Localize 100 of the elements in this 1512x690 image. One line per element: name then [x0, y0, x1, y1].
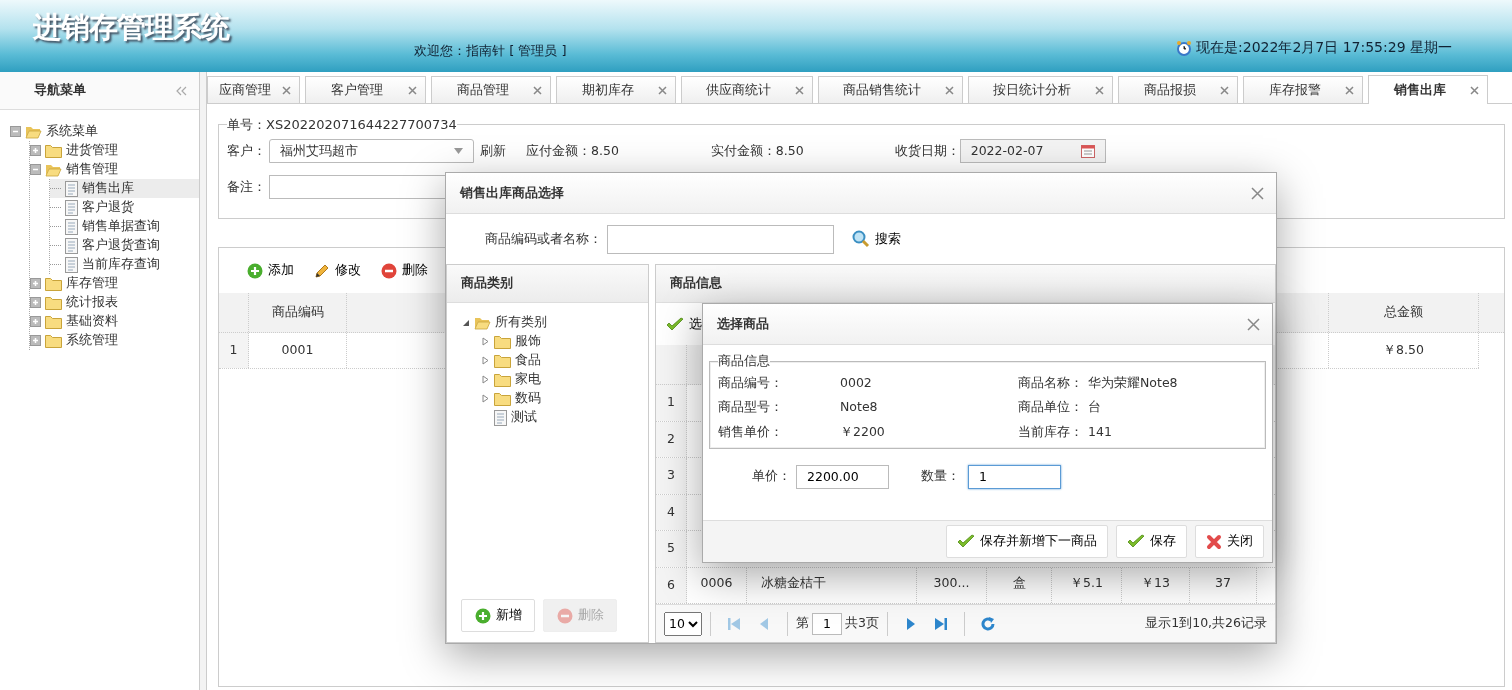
refresh-link[interactable]: 刷新: [480, 141, 506, 161]
date-field[interactable]: 2022-02-07: [959, 139, 1106, 163]
tab[interactable]: 库存报警: [1243, 76, 1363, 103]
close-icon[interactable]: [408, 85, 417, 95]
tab[interactable]: 按日统计分析: [968, 76, 1113, 103]
field-label: 当前库存：: [1018, 423, 1084, 441]
collapse-icon[interactable]: [10, 126, 21, 137]
close-icon[interactable]: [795, 85, 804, 95]
expand-arrow-icon[interactable]: [481, 337, 490, 346]
price-field[interactable]: 2200.00: [796, 464, 889, 489]
close-icon[interactable]: [945, 85, 954, 95]
tree-item[interactable]: 统计报表: [30, 293, 199, 312]
close-icon[interactable]: [533, 85, 542, 95]
tree-item[interactable]: 客户退货: [50, 198, 199, 217]
collapse-icon[interactable]: [30, 164, 41, 175]
plus-circle-icon: [474, 607, 491, 624]
field-value: 141: [1088, 423, 1113, 441]
field-value: Note8: [840, 398, 879, 417]
field-label: 商品单位：: [1018, 398, 1084, 417]
refresh-icon[interactable]: [980, 615, 995, 632]
quantity-field[interactable]: 1: [968, 464, 1061, 489]
app-title: 进销存管理系统: [33, 9, 229, 46]
tree-item[interactable]: 食品: [481, 351, 648, 370]
tab[interactable]: 商品报损: [1118, 76, 1238, 103]
last-page-icon[interactable]: [933, 615, 948, 632]
page-size-select[interactable]: 10: [664, 611, 702, 636]
row-number: 5: [656, 531, 687, 567]
tree-item[interactable]: 测试: [481, 408, 648, 427]
close-icon[interactable]: [1345, 85, 1354, 95]
dialog-button[interactable]: 保存并新增下一商品: [946, 525, 1108, 558]
toolbar-button[interactable]: 修改: [304, 261, 371, 280]
page-number-field[interactable]: 1: [812, 612, 842, 635]
search-field[interactable]: [607, 224, 834, 254]
tab[interactable]: 商品销售统计: [818, 76, 963, 103]
check-icon: [1127, 534, 1145, 549]
order-number: 单号：XS202202071644227700734: [227, 118, 457, 131]
close-icon[interactable]: [282, 85, 291, 95]
folder-icon: [494, 372, 511, 387]
tree-item[interactable]: 系统管理: [30, 331, 199, 350]
search-button[interactable]: 搜索: [842, 229, 911, 249]
tree-item[interactable]: 当前库存查询: [50, 255, 199, 274]
expand-icon[interactable]: [30, 278, 41, 289]
column-header: 商品编码: [249, 293, 347, 332]
collapse-arrow-icon[interactable]: [461, 318, 470, 327]
customer-combobox[interactable]: 福州艾玛超市: [269, 139, 474, 163]
welcome-text: 欢迎您：指南针 [ 管理员 ]: [414, 41, 567, 60]
tree-item[interactable]: 销售出库: [50, 179, 199, 198]
table-cell: 0001: [249, 333, 347, 368]
tree-item[interactable]: 进货管理: [30, 141, 199, 160]
tree-item[interactable]: 所有类别: [461, 313, 648, 332]
search-icon[interactable]: [852, 230, 870, 248]
tree-item[interactable]: 家电: [481, 370, 648, 389]
select-button[interactable]: 选: [662, 314, 706, 334]
tree-item[interactable]: 销售单据查询: [50, 217, 199, 236]
tree-item[interactable]: 客户退货查询: [50, 236, 199, 255]
pane-button[interactable]: 新增: [461, 599, 535, 632]
expand-arrow-icon[interactable]: [481, 394, 490, 403]
row-number: 6: [656, 567, 687, 603]
folder-icon: [45, 314, 62, 329]
expand-icon[interactable]: [30, 316, 41, 327]
tab[interactable]: 应商管理: [207, 76, 300, 103]
close-icon[interactable]: [658, 85, 667, 95]
expand-icon[interactable]: [30, 297, 41, 308]
row-number: 4: [656, 494, 687, 530]
pencil-icon: [314, 262, 330, 279]
tab[interactable]: 供应商统计: [681, 76, 813, 103]
expand-arrow-icon[interactable]: [481, 375, 490, 384]
close-icon[interactable]: [1251, 186, 1264, 200]
tree-item[interactable]: 销售管理: [30, 160, 199, 179]
tab[interactable]: 客户管理: [305, 76, 426, 103]
tab[interactable]: 商品管理: [431, 76, 551, 103]
calendar-icon[interactable]: [1080, 144, 1095, 158]
tree-item[interactable]: 系统菜单: [10, 122, 199, 141]
dialog-title: 销售出库商品选择: [460, 183, 564, 202]
toolbar-button[interactable]: 添加: [237, 261, 304, 280]
close-icon[interactable]: [1247, 317, 1260, 331]
minus-circle-icon: [556, 607, 573, 624]
dialog-button[interactable]: 保存: [1116, 525, 1187, 558]
alarm-clock-icon: [1176, 39, 1193, 56]
document-icon: [65, 199, 78, 216]
field-label: 商品名称：: [1018, 373, 1084, 392]
expand-icon[interactable]: [30, 335, 41, 346]
dialog-button[interactable]: 关闭: [1195, 525, 1264, 558]
close-icon[interactable]: [1470, 85, 1479, 95]
expand-icon[interactable]: [30, 145, 41, 156]
tree-item[interactable]: 基础资料: [30, 312, 199, 331]
close-icon[interactable]: [1220, 85, 1229, 95]
dropdown-arrow-icon[interactable]: [454, 148, 463, 154]
tree-item[interactable]: 服饰: [481, 332, 648, 351]
tab[interactable]: 销售出库: [1368, 75, 1488, 104]
close-icon[interactable]: [1095, 85, 1104, 95]
tab[interactable]: 期初库存: [556, 76, 676, 103]
document-icon: [65, 237, 78, 254]
field-label: 商品编码或者名称：: [484, 229, 602, 248]
open-folder-icon: [25, 124, 42, 139]
collapse-panel-icon[interactable]: [175, 85, 187, 96]
tree-item[interactable]: 数码: [481, 389, 648, 408]
expand-arrow-icon[interactable]: [481, 356, 490, 365]
tree-item[interactable]: 库存管理: [30, 274, 199, 293]
toolbar-button[interactable]: 删除: [371, 261, 438, 280]
